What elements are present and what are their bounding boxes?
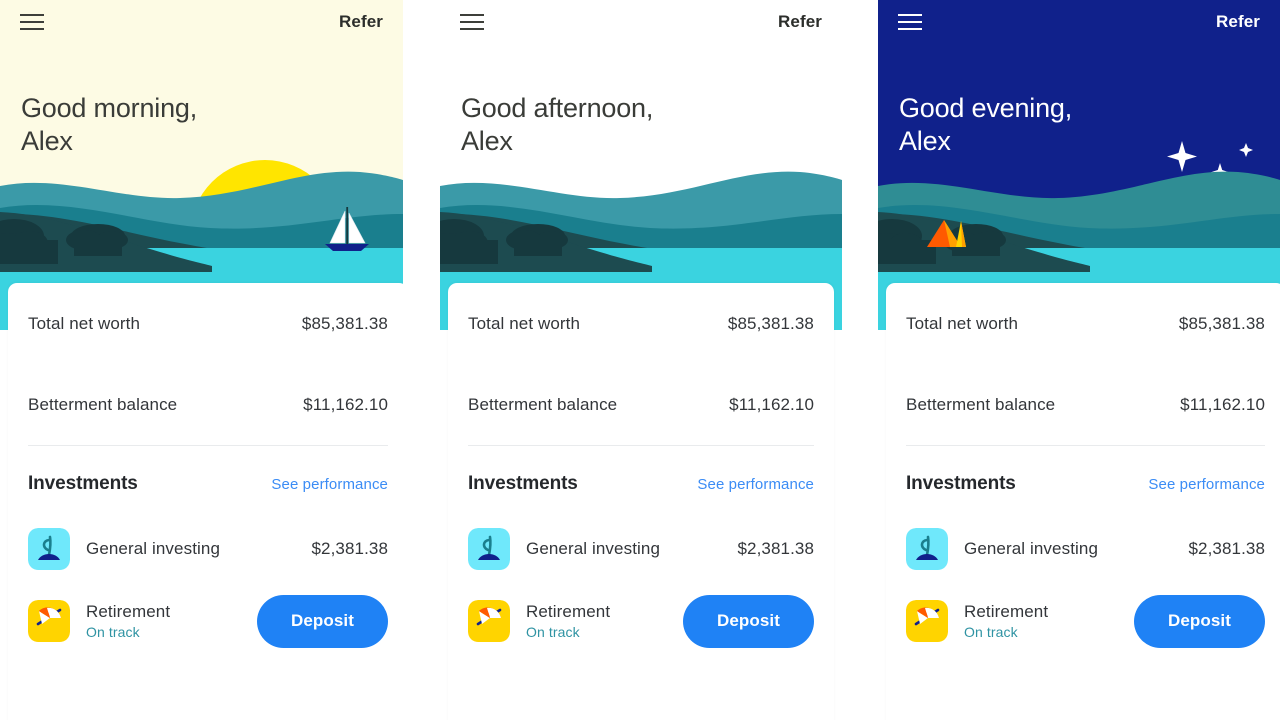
- account-text-wrap: Retirement On track: [964, 602, 1048, 640]
- hero-afternoon: Refer Good afternoon, Alex: [440, 0, 842, 330]
- summary-row-net-worth: Total net worth $85,381.38: [468, 283, 814, 364]
- sprout-seedling-icon: [906, 528, 948, 570]
- deposit-button[interactable]: Deposit: [1133, 594, 1265, 648]
- see-performance-link[interactable]: See performance: [697, 476, 814, 493]
- summary-row-value: $11,162.10: [303, 394, 388, 414]
- sailboat-icon: [325, 207, 369, 251]
- refer-link[interactable]: Refer: [778, 12, 822, 32]
- summary-row-betterment-balance: Betterment balance $11,162.10: [28, 364, 388, 445]
- refer-link[interactable]: Refer: [1216, 12, 1260, 32]
- account-row-retirement[interactable]: Retirement On track Deposit: [906, 585, 1265, 657]
- account-row-retirement[interactable]: Retirement On track Deposit: [28, 585, 388, 657]
- summary-card: Total net worth $85,381.38 Betterment ba…: [448, 283, 834, 720]
- summary-row-betterment-balance: Betterment balance $11,162.10: [906, 364, 1265, 445]
- top-bar-morning: Refer: [0, 0, 403, 44]
- summary-row-label: Total net worth: [28, 313, 141, 333]
- account-row-retirement[interactable]: Retirement On track Deposit: [468, 585, 814, 657]
- account-text-wrap: Retirement On track: [526, 602, 610, 640]
- panel-gap: [842, 0, 878, 720]
- scene-daytime-lake: [440, 0, 842, 330]
- account-status: On track: [964, 624, 1018, 640]
- top-bar-evening: Refer: [878, 0, 1280, 44]
- investments-section-header: Investments See performance: [468, 446, 814, 513]
- account-name: Retirement: [526, 602, 611, 621]
- summary-row-value: $85,381.38: [301, 313, 388, 333]
- scene-night-lake-campsite: [878, 0, 1280, 330]
- hamburger-menu-icon[interactable]: [20, 13, 44, 31]
- phone-panel-evening: Refer Good evening, Alex Total net worth…: [878, 0, 1280, 720]
- top-bar-afternoon: Refer: [440, 0, 842, 44]
- account-amount: $2,381.38: [737, 539, 814, 558]
- greeting-text: Good afternoon, Alex: [461, 93, 654, 156]
- summary-row-value: $85,381.38: [1178, 313, 1265, 333]
- panel-gap: [403, 0, 440, 720]
- account-row-general-investing[interactable]: General investing $2,381.38: [906, 513, 1265, 585]
- account-name: Retirement: [86, 602, 171, 621]
- summary-card: Total net worth $85,381.38 Betterment ba…: [8, 283, 403, 720]
- hero-morning: Refer Good morning, Alex: [0, 0, 403, 330]
- summary-card: Total net worth $85,381.38 Betterment ba…: [886, 283, 1280, 720]
- deposit-button[interactable]: Deposit: [256, 594, 388, 648]
- summary-row-label: Total net worth: [906, 313, 1019, 333]
- section-title: Investments: [468, 473, 578, 494]
- summary-row-net-worth: Total net worth $85,381.38: [28, 283, 388, 364]
- beach-umbrella-icon: [28, 600, 70, 642]
- screenshot-stage: Refer Good morning, Alex Total net worth…: [0, 0, 1280, 720]
- account-status: On track: [526, 624, 580, 640]
- hamburger-menu-icon[interactable]: [898, 13, 922, 31]
- account-status: On track: [86, 624, 140, 640]
- account-text-wrap: Retirement On track: [86, 602, 170, 640]
- hero-evening: Refer Good evening, Alex: [878, 0, 1280, 330]
- beach-umbrella-icon: [468, 600, 510, 642]
- phone-panel-afternoon: Refer Good afternoon, Alex Total net wor…: [440, 0, 842, 720]
- summary-row-label: Betterment balance: [906, 394, 1056, 414]
- greeting-text: Good morning, Alex: [21, 93, 197, 156]
- summary-row-value: $11,162.10: [729, 394, 814, 414]
- account-row-general-investing[interactable]: General investing $2,381.38: [468, 513, 814, 585]
- summary-row-label: Betterment balance: [468, 394, 618, 414]
- account-name: General investing: [526, 539, 660, 558]
- greeting-text: Good evening, Alex: [899, 93, 1073, 156]
- account-amount: $2,381.38: [311, 539, 388, 558]
- investments-section-header: Investments See performance: [28, 446, 388, 513]
- investments-section-header: Investments See performance: [906, 446, 1265, 513]
- summary-row-value: $85,381.38: [727, 313, 814, 333]
- section-title: Investments: [28, 473, 138, 494]
- summary-row-betterment-balance: Betterment balance $11,162.10: [468, 364, 814, 445]
- refer-link[interactable]: Refer: [339, 12, 383, 32]
- section-title: Investments: [906, 473, 1016, 494]
- scene-sunrise-lake-sailboat: [0, 0, 403, 330]
- account-row-general-investing[interactable]: General investing $2,381.38: [28, 513, 388, 585]
- sprout-seedling-icon: [28, 528, 70, 570]
- see-performance-link[interactable]: See performance: [1148, 476, 1265, 493]
- sprout-seedling-icon: [468, 528, 510, 570]
- summary-row-label: Betterment balance: [28, 394, 178, 414]
- account-name: General investing: [964, 539, 1098, 558]
- beach-umbrella-icon: [906, 600, 948, 642]
- summary-row-net-worth: Total net worth $85,381.38: [906, 283, 1265, 364]
- account-name: General investing: [86, 539, 220, 558]
- hamburger-menu-icon[interactable]: [460, 13, 484, 31]
- deposit-button[interactable]: Deposit: [682, 594, 814, 648]
- phone-panel-morning: Refer Good morning, Alex Total net worth…: [0, 0, 403, 720]
- see-performance-link[interactable]: See performance: [271, 476, 388, 493]
- summary-row-value: $11,162.10: [1180, 394, 1265, 414]
- account-amount: $2,381.38: [1188, 539, 1265, 558]
- summary-row-label: Total net worth: [468, 313, 581, 333]
- account-name: Retirement: [964, 602, 1049, 621]
